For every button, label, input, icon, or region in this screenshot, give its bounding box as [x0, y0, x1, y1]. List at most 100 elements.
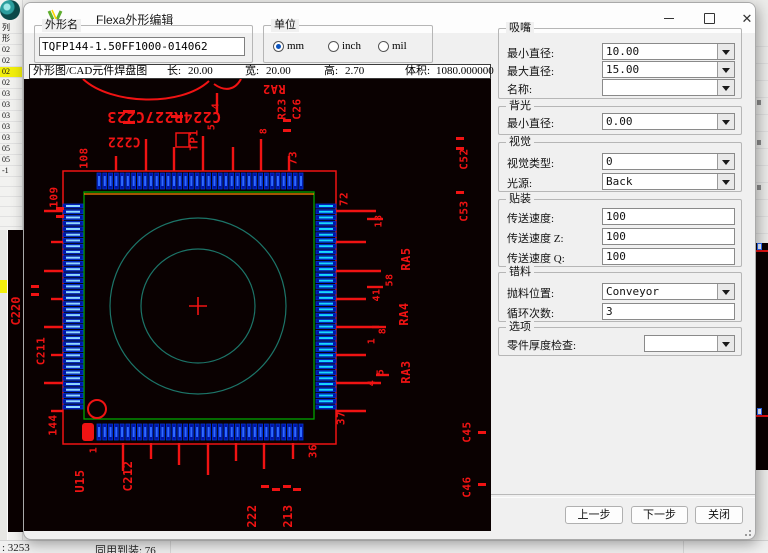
pad-inner — [319, 365, 333, 368]
next-step-button[interactable]: 下一步 — [631, 506, 688, 524]
resize-grip[interactable] — [741, 526, 751, 536]
dropdown-arrow-icon[interactable] — [717, 174, 734, 189]
pad-inner — [190, 427, 193, 437]
pad-inner — [242, 176, 245, 186]
pcb-label: C45 — [460, 421, 474, 443]
dropdown-arrow-icon[interactable] — [717, 62, 734, 77]
silkscreen-arc — [82, 79, 210, 101]
status-divider — [170, 541, 171, 553]
nozzle-name-combo[interactable] — [602, 79, 735, 96]
parent-table-row[interactable]: 列 — [0, 23, 22, 34]
pad-inner — [196, 427, 199, 437]
pad-inner — [66, 233, 80, 236]
silkscreen-dash — [456, 137, 464, 140]
parent-table-row[interactable]: 02 — [0, 78, 22, 89]
pin1-marker — [82, 423, 94, 441]
pad-inner — [66, 227, 80, 230]
pcb-label: RA4 — [397, 302, 411, 326]
pad-inner — [236, 176, 239, 186]
unit-radio-mil[interactable]: mil — [378, 39, 407, 53]
pad-inner — [224, 427, 227, 437]
transfer-speed-z-input[interactable]: 100 — [602, 228, 735, 245]
parent-table-row[interactable]: 03 — [0, 122, 22, 133]
dropdown-arrow-icon[interactable] — [717, 114, 734, 129]
dropdown-arrow-icon[interactable] — [717, 154, 734, 169]
shape-name-input[interactable] — [39, 37, 245, 56]
unit-radio-mm[interactable]: mm — [273, 39, 304, 53]
parent-table-row[interactable]: 02 — [0, 45, 22, 56]
pad-inner — [319, 337, 333, 340]
parent-table-row[interactable]: 03 — [0, 89, 22, 100]
parent-table-row[interactable]: -1 — [0, 166, 22, 177]
dropdown-arrow-icon[interactable] — [717, 80, 734, 95]
vision-type-combo[interactable]: 0 — [602, 153, 735, 170]
min-diameter-label: 最小直径: — [507, 48, 555, 60]
parent-table-row[interactable]: 02 — [0, 67, 22, 78]
pcb-footprint-canvas[interactable]: C224R227C223 C222 108 TP1 4 5 RA2 R23 C26 8 73 72 10… — [31, 79, 491, 531]
pad-inner — [66, 279, 80, 282]
options-group: 选项 零件厚度检查: — [498, 321, 742, 356]
parent-table-row[interactable]: 03 — [0, 133, 22, 144]
pad-inner — [66, 239, 80, 242]
parent-table-row[interactable]: 03 — [0, 100, 22, 111]
previous-step-button[interactable]: 上一步 — [565, 506, 623, 524]
backlight-min-diameter-combo[interactable]: 0.00 — [602, 113, 735, 130]
pcb-label: 108 — [77, 147, 91, 169]
pad-inner — [155, 427, 158, 437]
parent-table-row[interactable]: 05 — [0, 155, 22, 166]
unit-radio-inch[interactable]: inch — [328, 39, 361, 53]
pad-inner — [282, 176, 285, 186]
retry-count-input[interactable]: 3 — [602, 303, 735, 320]
dropdown-arrow-icon[interactable] — [717, 336, 734, 351]
pad-inner — [319, 394, 333, 397]
pad-inner — [319, 216, 333, 219]
pad-inner — [66, 371, 80, 374]
canvas-fringe — [24, 79, 31, 531]
parent-table-row[interactable]: 03 — [0, 111, 22, 122]
dropdown-arrow-icon[interactable] — [717, 284, 734, 299]
pad-inner — [66, 262, 80, 265]
parent-table-row[interactable]: 02 — [0, 56, 22, 67]
parent-scroll-rail[interactable] — [0, 230, 8, 540]
pad — [757, 243, 762, 250]
min-diameter-combo[interactable]: 10.00 — [602, 43, 735, 60]
thickness-check-combo[interactable] — [644, 335, 735, 352]
parent-table-row[interactable]: 形 — [0, 34, 22, 45]
close-dialog-button[interactable]: 关闭 — [695, 506, 743, 524]
pcb-label: C52 — [457, 148, 471, 170]
discard-position-label: 抛料位置: — [507, 288, 555, 300]
pad-inner — [103, 427, 106, 437]
pcb-label: 58 — [384, 273, 396, 287]
pcb-label: C222 — [107, 133, 141, 149]
transfer-speed-input[interactable]: 100 — [602, 208, 735, 225]
discard-position-combo[interactable]: Conveyor — [602, 283, 735, 300]
transfer-speed-q-input[interactable]: 100 — [602, 248, 735, 265]
pcb-red-line — [756, 250, 768, 252]
placement-group: 贴装 传送速度: 100 传送速度 Z: 100 传送速度 Q: 100 — [498, 193, 742, 267]
pad-inner — [161, 427, 164, 437]
parent-table-row[interactable]: 05 — [0, 144, 22, 155]
units-group-label: 单位 — [271, 19, 299, 32]
pcb-label: 36 — [306, 443, 320, 459]
pad-inner — [144, 176, 147, 186]
max-diameter-label: 最大直径: — [507, 66, 555, 78]
pad-inner — [66, 406, 80, 408]
vision-type-label: 视觉类型: — [507, 158, 555, 170]
pad-inner — [149, 427, 152, 437]
max-diameter-value: 15.00 — [606, 63, 640, 76]
pad-inner — [288, 427, 291, 437]
pcb-label: 73 — [286, 150, 300, 166]
dropdown-arrow-icon[interactable] — [717, 44, 734, 59]
light-source-combo[interactable]: Back — [602, 173, 735, 190]
parent-rail-highlight — [0, 280, 7, 293]
silkscreen-dash — [456, 191, 464, 194]
max-diameter-combo[interactable]: 15.00 — [602, 61, 735, 78]
pad-inner — [167, 427, 170, 437]
units-group: 单位 mm inch mil — [263, 19, 433, 63]
backlight-group: 背光 最小直径: 0.00 — [498, 100, 742, 135]
pad-inner — [121, 176, 124, 186]
pcb-label: C26 — [290, 98, 304, 120]
pad-inner — [319, 268, 333, 271]
pad-inner — [319, 256, 333, 259]
pad-inner — [288, 176, 291, 186]
